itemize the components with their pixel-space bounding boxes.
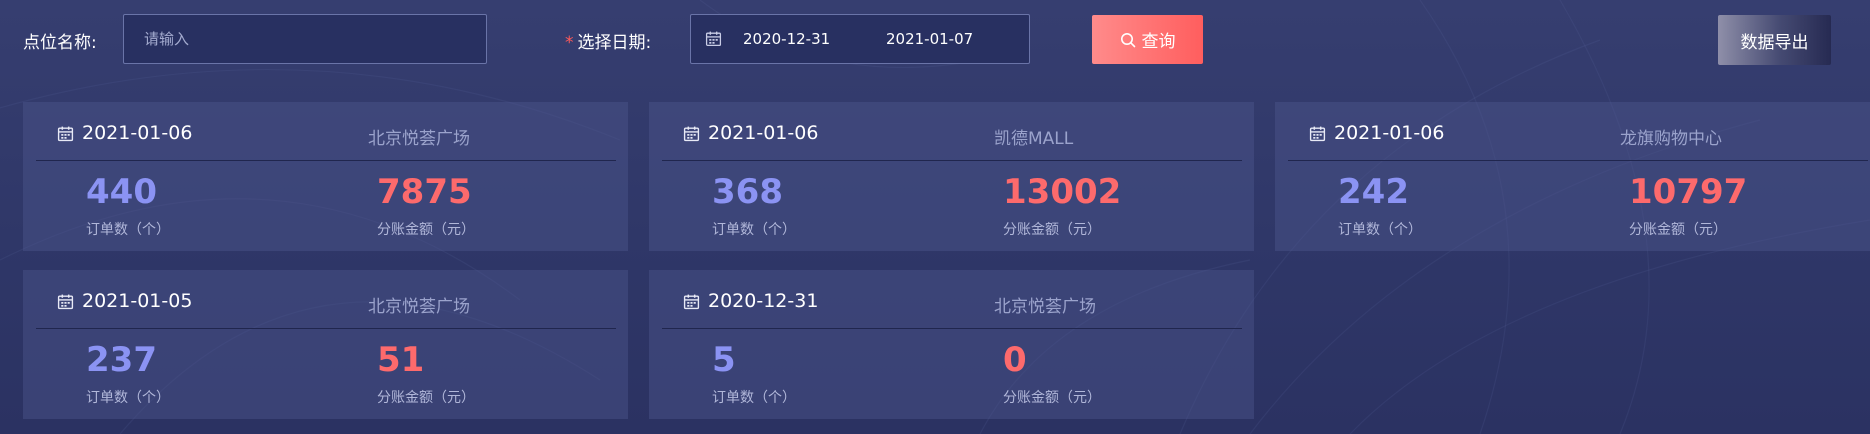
date-start[interactable]: 2020-12-31 [743, 30, 830, 48]
card-date: 2021-01-06 [82, 122, 193, 144]
split-amount-label: 分账金额（元） [377, 222, 475, 238]
split-amount: 0 [1003, 340, 1027, 380]
order-count: 440 [86, 172, 157, 212]
split-amount: 51 [377, 340, 425, 380]
split-amount: 10797 [1629, 172, 1748, 212]
point-name-label: 点位名称: [23, 33, 97, 53]
card-place: 北京悦荟广场 [368, 129, 470, 149]
calendar-icon [705, 31, 722, 47]
calendar-icon [1309, 126, 1326, 142]
stats-card: 2021-01-06 凯德MALL 368 订单数（个） 13002 分账金额（… [649, 102, 1254, 251]
stats-card: 2021-01-06 北京悦荟广场 440 订单数（个） 7875 分账金额（元… [23, 102, 628, 251]
split-amount: 7875 [377, 172, 472, 212]
card-divider [1288, 160, 1868, 161]
calendar-icon [683, 126, 700, 142]
export-button[interactable]: 数据导出 [1718, 15, 1831, 65]
query-button[interactable]: 查询 [1092, 15, 1203, 64]
stats-card: 2021-01-05 北京悦荟广场 237 订单数（个） 51 分账金额（元） [23, 270, 628, 419]
card-date: 2021-01-06 [1334, 122, 1445, 144]
stats-card: 2020-12-31 北京悦荟广场 5 订单数（个） 0 分账金额（元） [649, 270, 1254, 419]
card-place: 北京悦荟广场 [368, 297, 470, 317]
calendar-icon [683, 294, 700, 310]
order-count-label: 订单数（个） [86, 222, 170, 238]
card-place: 龙旗购物中心 [1620, 129, 1722, 149]
date-label-text: 选择日期: [577, 33, 652, 53]
card-divider [36, 328, 616, 329]
order-count: 5 [712, 340, 736, 380]
card-date: 2021-01-05 [82, 290, 193, 312]
card-divider [36, 160, 616, 161]
card-place: 凯德MALL [994, 129, 1074, 149]
card-date: 2020-12-31 [708, 290, 819, 312]
date-range-picker[interactable]: 2020-12-31 2021-01-07 [690, 14, 1030, 64]
split-amount-label: 分账金额（元） [1003, 390, 1101, 406]
stats-card: 2021-01-06 龙旗购物中心 242 订单数（个） 10797 分账金额（… [1275, 102, 1870, 251]
required-mark: * [565, 33, 574, 53]
date-label: * 选择日期: [565, 28, 651, 53]
card-divider [662, 328, 1242, 329]
card-place: 北京悦荟广场 [994, 297, 1096, 317]
calendar-icon [57, 294, 74, 310]
order-count: 368 [712, 172, 783, 212]
order-count: 237 [86, 340, 157, 380]
card-divider [662, 160, 1242, 161]
date-end[interactable]: 2021-01-07 [886, 30, 973, 48]
order-count-label: 订单数（个） [86, 390, 170, 406]
card-date: 2021-01-06 [708, 122, 819, 144]
order-count-label: 订单数（个） [712, 390, 796, 406]
search-icon [1120, 32, 1135, 47]
order-count-label: 订单数（个） [1338, 222, 1422, 238]
query-label: 查询 [1141, 32, 1176, 52]
split-amount-label: 分账金额（元） [377, 390, 475, 406]
split-amount-label: 分账金额（元） [1003, 222, 1101, 238]
order-count: 242 [1338, 172, 1409, 212]
calendar-icon [57, 126, 74, 142]
order-count-label: 订单数（个） [712, 222, 796, 238]
split-amount: 13002 [1003, 172, 1122, 212]
split-amount-label: 分账金额（元） [1629, 222, 1727, 238]
point-name-input[interactable] [123, 14, 487, 64]
